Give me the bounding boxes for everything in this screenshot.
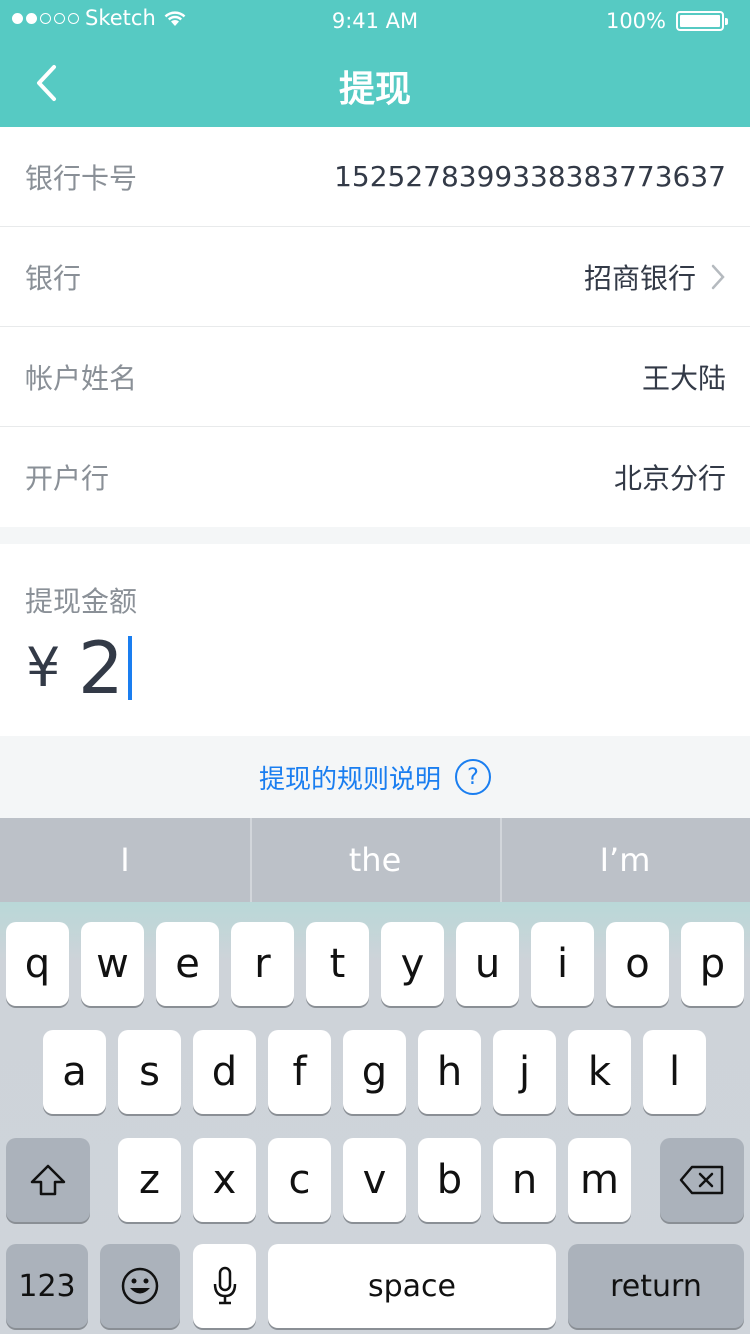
- branch-value: 北京分行: [613, 462, 726, 495]
- key-l[interactable]: l: [643, 1030, 706, 1114]
- bank-row[interactable]: 银行 招商银行: [0, 227, 750, 327]
- help-icon: ?: [455, 759, 491, 795]
- key-d[interactable]: d: [193, 1030, 256, 1114]
- card-number-label: 银行卡号: [25, 161, 138, 195]
- delete-key[interactable]: [660, 1138, 744, 1222]
- amount-input[interactable]: 2: [78, 632, 132, 704]
- key-a[interactable]: a: [43, 1030, 106, 1114]
- key-j[interactable]: j: [493, 1030, 556, 1114]
- key-n[interactable]: n: [493, 1138, 556, 1222]
- suggestion-item[interactable]: I: [0, 818, 250, 902]
- text-caret: [127, 636, 132, 700]
- shift-key[interactable]: [6, 1138, 90, 1222]
- chevron-right-icon: [711, 264, 725, 289]
- key-q[interactable]: q: [6, 922, 69, 1006]
- battery-percent: 100%: [605, 9, 666, 33]
- key-u[interactable]: u: [456, 922, 519, 1006]
- branch-row: 开户行 北京分行: [0, 427, 750, 527]
- card-number-row: 银行卡号 1525278399338383773637: [0, 127, 750, 227]
- account-info-form: 银行卡号 1525278399338383773637 银行 招商银行 帐户姓名…: [0, 127, 750, 527]
- bank-value-wrap: 招商银行: [584, 257, 726, 297]
- key-f[interactable]: f: [268, 1030, 331, 1114]
- key-r[interactable]: r: [231, 922, 294, 1006]
- suggestion-item[interactable]: the: [250, 818, 500, 902]
- key-h[interactable]: h: [418, 1030, 481, 1114]
- key-k[interactable]: k: [568, 1030, 631, 1114]
- shift-icon: [30, 1164, 66, 1196]
- key-s[interactable]: s: [118, 1030, 181, 1114]
- rules-link[interactable]: 提现的规则说明 ?: [0, 736, 750, 818]
- card-number-value: 1525278399338383773637: [334, 160, 726, 193]
- microphone-icon: [213, 1266, 236, 1305]
- numbers-key[interactable]: 123: [6, 1244, 88, 1328]
- branch-label: 开户行: [25, 462, 110, 495]
- suggestion-item[interactable]: I’m: [500, 818, 750, 902]
- key-g[interactable]: g: [343, 1030, 406, 1114]
- key-y[interactable]: y: [381, 922, 444, 1006]
- emoji-icon: [121, 1267, 159, 1305]
- bank-value: 招商银行: [583, 261, 696, 295]
- key-e[interactable]: e: [156, 922, 219, 1006]
- bank-label: 银行: [25, 261, 82, 295]
- rules-label: 提现的规则说明: [258, 764, 441, 795]
- space-key[interactable]: space: [268, 1244, 556, 1328]
- key-x[interactable]: x: [193, 1138, 256, 1222]
- key-w[interactable]: w: [81, 922, 144, 1006]
- account-name-label: 帐户姓名: [25, 361, 138, 395]
- currency-symbol: ¥: [26, 636, 61, 699]
- amount-label: 提现金额: [25, 585, 138, 618]
- key-c[interactable]: c: [268, 1138, 331, 1222]
- account-name-value: 王大陆: [641, 361, 726, 395]
- account-name-row: 帐户姓名 王大陆: [0, 327, 750, 427]
- dictation-key[interactable]: [193, 1244, 256, 1328]
- nav-header: Sketch 9:41 AM 100% 提现: [0, 0, 750, 127]
- key-v[interactable]: v: [343, 1138, 406, 1222]
- key-t[interactable]: t: [306, 922, 369, 1006]
- suggestion-bar: I the I’m: [0, 818, 750, 902]
- emoji-key[interactable]: [100, 1244, 180, 1328]
- key-b[interactable]: b: [418, 1138, 481, 1222]
- key-m[interactable]: m: [568, 1138, 631, 1222]
- key-i[interactable]: i: [531, 922, 594, 1006]
- status-bar: Sketch 9:41 AM 100%: [0, 0, 750, 40]
- keyboard: q w e r t y u i o p a s d f g h j k l z …: [0, 902, 750, 1334]
- amount-value: 2: [78, 626, 124, 710]
- key-p[interactable]: p: [681, 922, 744, 1006]
- key-o[interactable]: o: [606, 922, 669, 1006]
- key-z[interactable]: z: [118, 1138, 181, 1222]
- battery-icon: [676, 11, 728, 31]
- return-key[interactable]: return: [568, 1244, 744, 1328]
- status-right: 100%: [605, 9, 728, 33]
- backspace-icon: [679, 1165, 724, 1195]
- page-title: 提现: [338, 69, 411, 110]
